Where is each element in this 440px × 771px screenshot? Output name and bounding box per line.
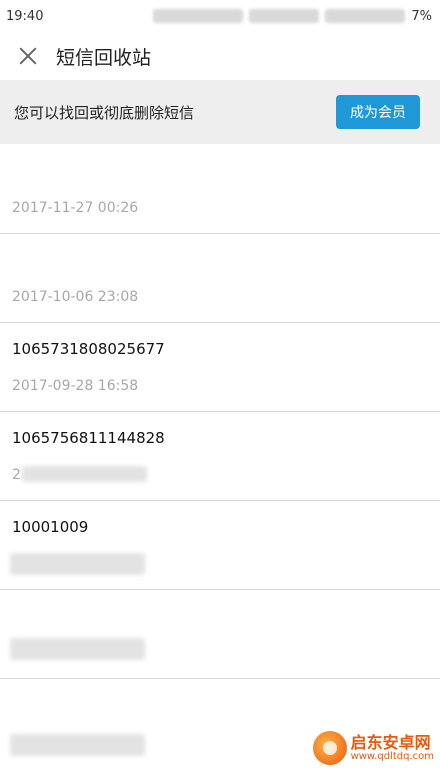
watermark-url: www.qdltdq.com [350, 751, 434, 763]
member-banner: 您可以找回或彻底删除短信 成为会员 [0, 80, 440, 144]
watermark-name: 启东安卓网 [350, 732, 431, 752]
message-item[interactable]: 2017-10-06 23:08 [0, 234, 440, 323]
status-time: 19:40 [6, 8, 44, 24]
message-list: 2017-11-27 00:26 2017-10-06 23:08 106573… [0, 144, 440, 768]
blurred-status-region [325, 9, 406, 23]
page-title: 短信回收站 [56, 46, 152, 69]
blurred-timestamp [22, 466, 147, 482]
close-icon[interactable] [16, 44, 40, 68]
watermark-text: 启东安卓网 www.qdltdq.com [351, 734, 434, 763]
banner-text: 您可以找回或彻底删除短信 [14, 103, 195, 122]
app-header: 短信回收站 [0, 32, 440, 80]
message-time: 2 [12, 467, 21, 483]
message-item[interactable]: 10001009 [0, 501, 440, 590]
message-item[interactable]: 1065731808025677 2017-09-28 16:58 [0, 323, 440, 412]
message-item[interactable]: 2017-11-27 00:26 [0, 144, 440, 234]
blurred-status-region [249, 9, 320, 23]
message-time: 2017-10-06 23:08 [12, 289, 139, 305]
status-bar: 19:40 7% [0, 0, 440, 32]
blurred-timestamp [10, 638, 145, 660]
message-sender: 10001009 [12, 518, 89, 536]
blurred-timestamp [10, 553, 145, 575]
message-item[interactable] [0, 590, 440, 679]
message-item[interactable]: 1065756811144828 2 [0, 412, 440, 501]
battery-level: 7% [411, 8, 432, 24]
watermark-logo-icon [312, 731, 347, 765]
become-member-button[interactable]: 成为会员 [336, 95, 420, 129]
message-sender: 1065756811144828 [12, 429, 165, 447]
message-time: 2017-09-28 16:58 [12, 378, 139, 394]
message-time: 2017-11-27 00:26 [12, 200, 139, 216]
message-sender: 1065731808025677 [12, 340, 165, 358]
status-icons-blurred: 7% [153, 9, 432, 24]
blurred-status-region [153, 9, 244, 23]
watermark: 启东安卓网 www.qdltdq.com [312, 731, 434, 765]
blurred-timestamp [10, 734, 145, 756]
